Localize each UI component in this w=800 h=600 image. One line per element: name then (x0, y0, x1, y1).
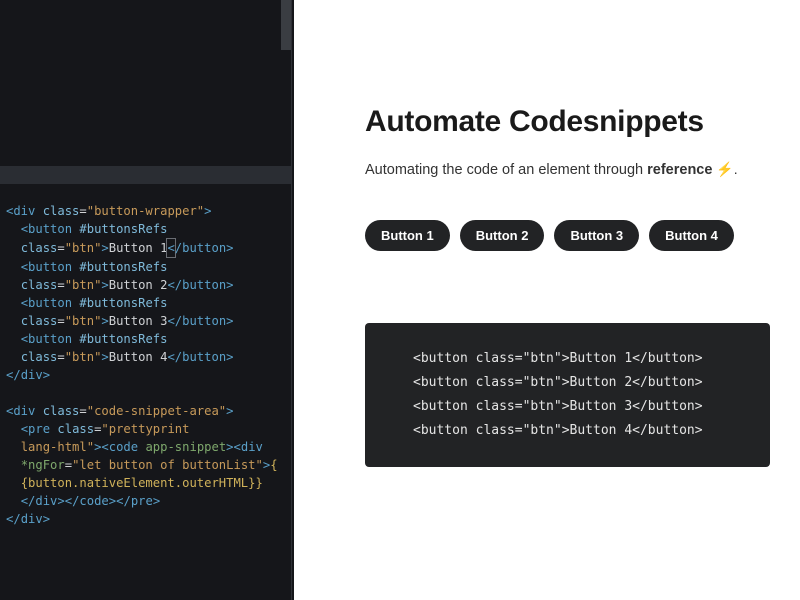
page-subtitle: Automating the code of an element throug… (365, 161, 770, 178)
demo-button-4[interactable]: Button 4 (649, 220, 734, 251)
preview-pane: Automate Codesnippets Automating the cod… (295, 0, 800, 600)
demo-button-2[interactable]: Button 2 (460, 220, 545, 251)
subtitle-bold: reference (647, 162, 712, 178)
snippet-line: <button class="btn">Button 3</button> (413, 395, 722, 419)
code-snippet-area: <button class="btn">Button 1</button> <b… (365, 323, 770, 467)
snippet-line: <button class="btn">Button 4</button> (413, 419, 722, 443)
code-editor-pane[interactable]: <div class="button-wrapper"> <button #bu… (0, 0, 291, 600)
page-title: Automate Codesnippets (365, 105, 770, 139)
lightning-icon: ⚡. (712, 161, 737, 177)
subtitle-pre: Automating the code of an element throug… (365, 162, 647, 178)
editor-active-line (0, 166, 291, 184)
editor-code[interactable]: <div class="button-wrapper"> <button #bu… (6, 202, 291, 528)
editor-scrollbar[interactable] (281, 0, 291, 50)
snippet-line: <button class="btn">Button 2</button> (413, 371, 722, 395)
snippet-line: <button class="btn">Button 1</button> (413, 347, 722, 371)
button-row: Button 1 Button 2 Button 3 Button 4 (365, 220, 770, 251)
demo-button-3[interactable]: Button 3 (554, 220, 639, 251)
demo-button-1[interactable]: Button 1 (365, 220, 450, 251)
